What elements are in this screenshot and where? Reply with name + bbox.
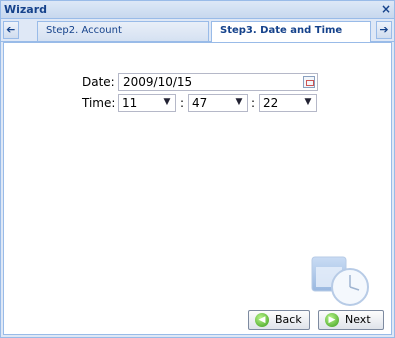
wizard-window: Wizard × ➔ Step2. Account Step3. Date an… xyxy=(0,0,395,338)
chevron-down-icon[interactable]: ▼ xyxy=(161,97,173,109)
time-label: Time: xyxy=(82,96,116,110)
back-button[interactable]: Back xyxy=(248,310,310,330)
arrow-right-icon: ➔ xyxy=(379,23,389,36)
close-icon[interactable]: × xyxy=(380,3,392,15)
hour-select[interactable]: 11 ▼ xyxy=(118,94,176,112)
next-button-label: Next xyxy=(345,313,371,326)
time-separator: : xyxy=(180,96,185,110)
tab-step3-date-time[interactable]: Step3. Date and Time xyxy=(211,21,371,42)
tab-strip: ➔ Step2. Account Step3. Date and Time ➔ xyxy=(1,19,394,42)
hour-value: 11 xyxy=(122,96,138,110)
next-button[interactable]: Next xyxy=(318,310,384,330)
tab-scroll-left-button[interactable]: ➔ xyxy=(3,21,19,39)
date-label: Date: xyxy=(82,75,115,89)
time-separator: : xyxy=(251,96,256,110)
date-time-illustration-icon xyxy=(311,256,369,306)
calendar-icon[interactable] xyxy=(303,76,315,88)
arrow-right-circle-icon xyxy=(325,313,339,327)
minute-value: 47 xyxy=(192,96,208,110)
date-value: 2009/10/15 xyxy=(123,75,193,89)
minute-select[interactable]: 47 ▼ xyxy=(188,94,248,112)
title-bar: Wizard × xyxy=(1,1,394,19)
second-value: 22 xyxy=(263,96,279,110)
second-select[interactable]: 22 ▼ xyxy=(259,94,317,112)
chevron-down-icon[interactable]: ▼ xyxy=(302,97,314,109)
back-button-label: Back xyxy=(275,313,302,326)
tab-step2-account[interactable]: Step2. Account xyxy=(37,21,209,41)
date-input[interactable]: 2009/10/15 xyxy=(118,73,318,91)
arrow-left-circle-icon xyxy=(255,313,269,327)
window-title: Wizard xyxy=(4,3,48,16)
tab-scroll-right-button[interactable]: ➔ xyxy=(376,21,392,39)
chevron-down-icon[interactable]: ▼ xyxy=(233,97,245,109)
arrow-left-icon: ➔ xyxy=(6,23,16,36)
wizard-content-panel: Date: 2009/10/15 Time: 11 ▼ : 47 ▼ : 22 … xyxy=(3,42,392,335)
